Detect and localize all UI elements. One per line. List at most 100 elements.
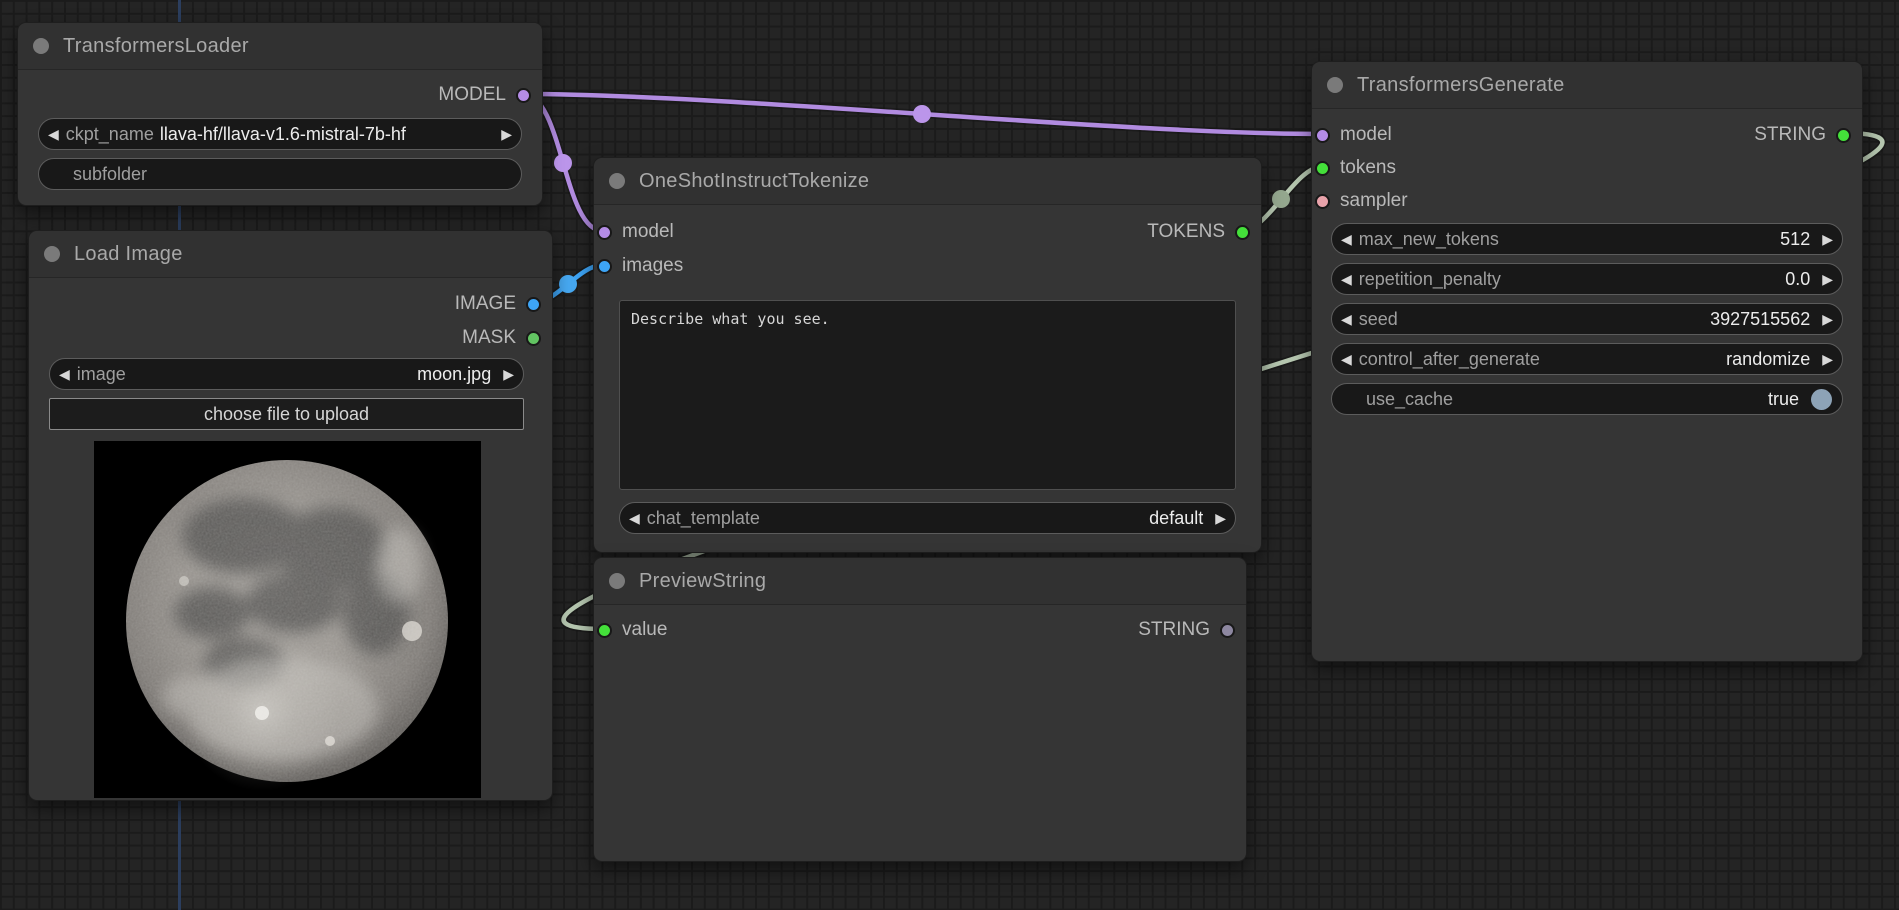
node-title: Load Image bbox=[74, 243, 183, 266]
widget-use-cache-toggle[interactable]: use_cache true bbox=[1331, 383, 1843, 415]
input-label: tokens bbox=[1340, 157, 1396, 179]
widget-value: true bbox=[1453, 389, 1799, 410]
node-title: PreviewString bbox=[639, 570, 766, 593]
link-dot bbox=[559, 275, 577, 293]
node-title-bar[interactable]: OneShotInstructTokenize bbox=[594, 158, 1261, 205]
combo-right-arrow-icon[interactable]: ▶ bbox=[1822, 352, 1833, 366]
collapse-dot-icon[interactable] bbox=[33, 38, 49, 54]
combo-left-arrow-icon[interactable]: ◀ bbox=[629, 511, 640, 525]
output-label: TOKENS bbox=[1147, 221, 1225, 243]
port-row: MODEL bbox=[18, 81, 542, 109]
output-label: MODEL bbox=[438, 84, 506, 106]
collapse-dot-icon[interactable] bbox=[609, 573, 625, 589]
choose-file-button-label: choose file to upload bbox=[204, 404, 369, 425]
widget-label: max_new_tokens bbox=[1359, 229, 1499, 250]
input-port-model[interactable] bbox=[597, 225, 612, 240]
link-dot bbox=[554, 154, 572, 172]
node-title-bar[interactable]: Load Image bbox=[29, 231, 552, 278]
widget-max-new-tokens[interactable]: ◀ max_new_tokens 512 ▶ bbox=[1331, 223, 1843, 255]
combo-right-arrow-icon[interactable]: ▶ bbox=[1215, 511, 1226, 525]
collapse-dot-icon[interactable] bbox=[44, 246, 60, 262]
widget-image-select[interactable]: ◀ image moon.jpg ▶ bbox=[49, 358, 524, 390]
port-row: IMAGE bbox=[29, 290, 552, 318]
node-title-bar[interactable]: TransformersLoader bbox=[18, 23, 542, 70]
widget-ckpt-name[interactable]: ◀ ckpt_name llava-hf/llava-v1.6-mistral-… bbox=[38, 118, 522, 150]
input-label: model bbox=[622, 221, 674, 243]
port-row: sampler bbox=[1312, 187, 1862, 215]
widget-label: chat_template bbox=[647, 508, 760, 529]
combo-right-arrow-icon[interactable]: ▶ bbox=[1822, 312, 1833, 326]
node-graph-canvas[interactable]: TransformersLoader MODEL ◀ ckpt_name lla… bbox=[0, 0, 1899, 910]
node-title-bar[interactable]: PreviewString bbox=[594, 558, 1246, 605]
widget-control-after-generate[interactable]: ◀ control_after_generate randomize ▶ bbox=[1331, 343, 1843, 375]
port-row: MASK bbox=[29, 324, 552, 352]
node-transformers-generate[interactable]: TransformersGenerate model STRING tokens… bbox=[1311, 61, 1863, 662]
widget-label: control_after_generate bbox=[1359, 349, 1540, 370]
node-title-bar[interactable]: TransformersGenerate bbox=[1312, 62, 1862, 109]
widget-chat-template[interactable]: ◀ chat_template default ▶ bbox=[619, 502, 1236, 534]
widget-value: default bbox=[760, 508, 1203, 529]
collapse-dot-icon[interactable] bbox=[609, 173, 625, 189]
combo-right-arrow-icon[interactable]: ▶ bbox=[503, 367, 514, 381]
widget-value: 0.0 bbox=[1501, 269, 1810, 290]
combo-right-arrow-icon[interactable]: ▶ bbox=[1822, 232, 1833, 246]
choose-file-button[interactable]: choose file to upload bbox=[49, 398, 524, 430]
link-dot bbox=[1272, 190, 1290, 208]
combo-right-arrow-icon[interactable]: ▶ bbox=[501, 127, 512, 141]
node-preview-string[interactable]: PreviewString value STRING bbox=[593, 557, 1247, 862]
combo-left-arrow-icon[interactable]: ◀ bbox=[1341, 352, 1352, 366]
widget-value: 512 bbox=[1499, 229, 1810, 250]
widget-value: randomize bbox=[1540, 349, 1810, 370]
combo-right-arrow-icon[interactable]: ▶ bbox=[1822, 272, 1833, 286]
input-label: model bbox=[1340, 124, 1392, 146]
output-port-string[interactable] bbox=[1220, 623, 1235, 638]
input-label: value bbox=[622, 619, 667, 641]
port-row: images bbox=[594, 252, 1261, 280]
widget-label: use_cache bbox=[1366, 389, 1453, 410]
combo-left-arrow-icon[interactable]: ◀ bbox=[1341, 312, 1352, 326]
output-port-string[interactable] bbox=[1836, 128, 1851, 143]
output-label: IMAGE bbox=[455, 293, 516, 315]
input-label: sampler bbox=[1340, 190, 1408, 212]
combo-left-arrow-icon[interactable]: ◀ bbox=[48, 127, 59, 141]
output-label: MASK bbox=[462, 327, 516, 349]
collapse-dot-icon[interactable] bbox=[1327, 77, 1343, 93]
output-port-image[interactable] bbox=[526, 297, 541, 312]
input-port-sampler[interactable] bbox=[1315, 194, 1330, 209]
combo-left-arrow-icon[interactable]: ◀ bbox=[1341, 232, 1352, 246]
output-port-tokens[interactable] bbox=[1235, 225, 1250, 240]
widget-seed[interactable]: ◀ seed 3927515562 ▶ bbox=[1331, 303, 1843, 335]
link-dot bbox=[913, 105, 931, 123]
port-row: value STRING bbox=[594, 616, 1246, 644]
input-label: images bbox=[622, 255, 683, 277]
output-label: STRING bbox=[1138, 619, 1210, 641]
node-transformers-loader[interactable]: TransformersLoader MODEL ◀ ckpt_name lla… bbox=[17, 22, 543, 206]
node-title: TransformersGenerate bbox=[1357, 74, 1565, 97]
node-title: OneShotInstructTokenize bbox=[639, 170, 869, 193]
port-row: model STRING bbox=[1312, 121, 1862, 149]
output-port-model[interactable] bbox=[516, 88, 531, 103]
input-port-model[interactable] bbox=[1315, 128, 1330, 143]
widget-label: seed bbox=[1359, 309, 1398, 330]
widget-repetition-penalty[interactable]: ◀ repetition_penalty 0.0 ▶ bbox=[1331, 263, 1843, 295]
node-load-image[interactable]: Load Image IMAGE MASK ◀ image moon.jpg ▶… bbox=[28, 230, 553, 801]
toggle-knob-icon[interactable] bbox=[1811, 389, 1832, 410]
port-row: model TOKENS bbox=[594, 218, 1261, 246]
combo-left-arrow-icon[interactable]: ◀ bbox=[1341, 272, 1352, 286]
prompt-textarea[interactable]: Describe what you see. bbox=[619, 300, 1236, 490]
widget-value: llava-hf/llava-v1.6-mistral-7b-hf bbox=[160, 124, 489, 145]
output-port-mask[interactable] bbox=[526, 331, 541, 346]
widget-label: repetition_penalty bbox=[1359, 269, 1501, 290]
widget-label: ckpt_name bbox=[66, 124, 154, 145]
input-port-images[interactable] bbox=[597, 259, 612, 274]
widget-value: 3927515562 bbox=[1398, 309, 1810, 330]
port-row: tokens bbox=[1312, 154, 1862, 182]
widget-subfolder[interactable]: subfolder bbox=[38, 158, 522, 190]
widget-label: image bbox=[77, 364, 126, 385]
input-port-tokens[interactable] bbox=[1315, 161, 1330, 176]
combo-left-arrow-icon[interactable]: ◀ bbox=[59, 367, 70, 381]
moon-image-preview bbox=[94, 441, 481, 798]
input-port-value[interactable] bbox=[597, 623, 612, 638]
output-label: STRING bbox=[1754, 124, 1826, 146]
node-oneshot-instruct-tokenize[interactable]: OneShotInstructTokenize model TOKENS ima… bbox=[593, 157, 1262, 553]
